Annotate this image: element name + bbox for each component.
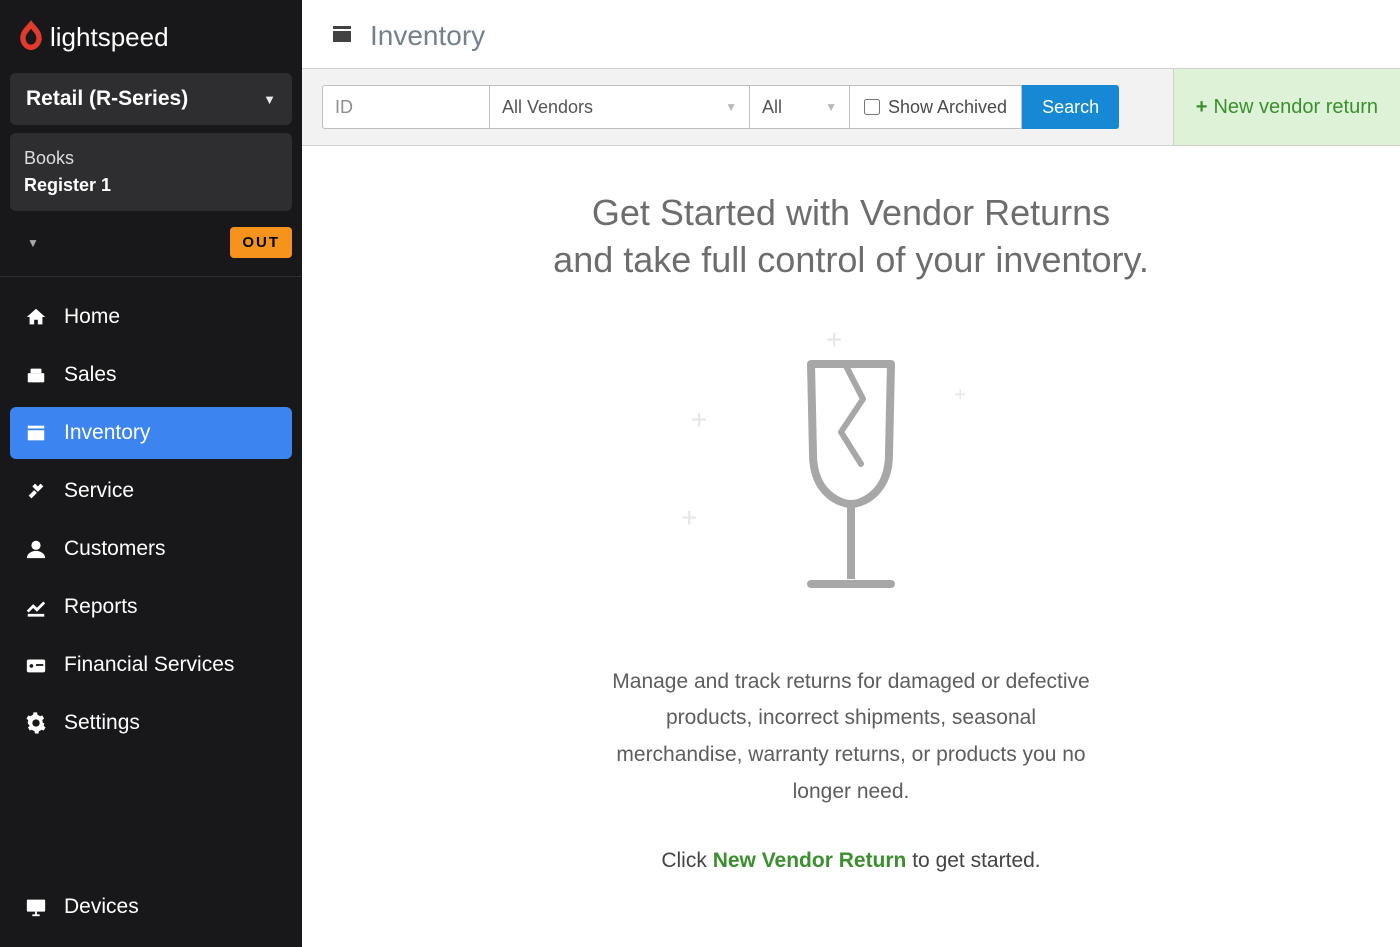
sidebar-item-label: Service bbox=[64, 479, 134, 503]
new-vendor-return-link[interactable]: New Vendor Return bbox=[713, 849, 907, 872]
search-button[interactable]: Search bbox=[1022, 85, 1119, 129]
empty-state: Get Started with Vendor Returns and take… bbox=[302, 146, 1400, 947]
sidebar-item-label: Sales bbox=[64, 363, 117, 387]
brand-name: lightspeed bbox=[50, 22, 169, 53]
sidebar-item-devices[interactable]: Devices bbox=[10, 881, 292, 933]
sparkle-icon: + bbox=[826, 324, 842, 356]
wine-glass-icon bbox=[791, 354, 911, 604]
devices-icon bbox=[24, 896, 48, 918]
show-archived-toggle[interactable]: Show Archived bbox=[850, 85, 1022, 129]
sidebar-item-label: Reports bbox=[64, 595, 138, 619]
reports-icon bbox=[24, 596, 48, 618]
sidebar-item-customers[interactable]: Customers bbox=[10, 523, 292, 575]
clock-expand-button[interactable]: ▼ bbox=[14, 230, 52, 256]
heading-line-2: and take full control of your inventory. bbox=[553, 239, 1149, 280]
new-vendor-return-label: New vendor return bbox=[1213, 96, 1378, 119]
service-icon bbox=[24, 480, 48, 502]
empty-state-description: Manage and track returns for damaged or … bbox=[611, 664, 1091, 811]
chevron-down-icon: ▼ bbox=[27, 236, 39, 250]
clock-in-out-row: ▼ OUT bbox=[0, 211, 302, 277]
sidebar-item-label: Customers bbox=[64, 537, 166, 561]
chevron-down-icon: ▼ bbox=[725, 100, 737, 114]
new-vendor-return-button[interactable]: + New vendor return bbox=[1173, 69, 1400, 145]
shop-name: Books bbox=[24, 145, 278, 172]
broken-glass-illustration: + + + + bbox=[671, 324, 1031, 634]
sidebar-item-inventory[interactable]: Inventory bbox=[10, 407, 292, 459]
page-header: Inventory bbox=[302, 0, 1400, 62]
primary-nav: Home Sales Inventory Service Customers bbox=[0, 277, 302, 947]
chevron-down-icon: ▼ bbox=[263, 92, 276, 107]
plus-icon: + bbox=[1196, 96, 1208, 119]
flame-icon bbox=[18, 20, 44, 55]
sparkle-icon: + bbox=[681, 502, 697, 534]
product-selector-label: Retail (R-Series) bbox=[26, 87, 188, 111]
shop-register-card[interactable]: Books Register 1 bbox=[10, 133, 292, 211]
sparkle-icon: + bbox=[691, 404, 707, 436]
sidebar-item-reports[interactable]: Reports bbox=[10, 581, 292, 633]
sparkle-icon: + bbox=[954, 384, 966, 407]
inventory-icon bbox=[330, 22, 354, 51]
sales-icon bbox=[24, 364, 48, 386]
inventory-icon bbox=[24, 422, 48, 444]
status-select[interactable]: All ▼ bbox=[750, 85, 850, 129]
sidebar: lightspeed Retail (R-Series) ▼ Books Reg… bbox=[0, 0, 302, 947]
show-archived-checkbox[interactable] bbox=[864, 99, 880, 115]
sidebar-item-sales[interactable]: Sales bbox=[10, 349, 292, 401]
id-input[interactable] bbox=[322, 85, 490, 129]
filter-controls: All Vendors ▼ All ▼ Show Archived Search bbox=[302, 69, 1173, 145]
status-select-value: All bbox=[762, 97, 782, 118]
sidebar-item-label: Settings bbox=[64, 711, 140, 735]
sidebar-item-label: Devices bbox=[64, 895, 139, 919]
show-archived-label: Show Archived bbox=[888, 97, 1007, 118]
financial-icon bbox=[24, 654, 48, 676]
sidebar-item-label: Home bbox=[64, 305, 120, 329]
main-content: Inventory All Vendors ▼ All ▼ Show Archi… bbox=[302, 0, 1400, 947]
page-title: Inventory bbox=[370, 20, 485, 52]
vendor-select[interactable]: All Vendors ▼ bbox=[490, 85, 750, 129]
brand-logo[interactable]: lightspeed bbox=[0, 0, 302, 73]
heading-line-1: Get Started with Vendor Returns bbox=[592, 192, 1110, 233]
sidebar-item-service[interactable]: Service bbox=[10, 465, 292, 517]
product-selector[interactable]: Retail (R-Series) ▼ bbox=[10, 73, 292, 125]
sidebar-item-home[interactable]: Home bbox=[10, 291, 292, 343]
sidebar-item-settings[interactable]: Settings bbox=[10, 697, 292, 749]
cta-suffix: to get started. bbox=[906, 849, 1040, 872]
chevron-down-icon: ▼ bbox=[825, 100, 837, 114]
clock-status-badge[interactable]: OUT bbox=[230, 227, 292, 258]
sidebar-item-financial[interactable]: Financial Services bbox=[10, 639, 292, 691]
register-name: Register 1 bbox=[24, 172, 278, 199]
empty-state-heading: Get Started with Vendor Returns and take… bbox=[342, 190, 1360, 284]
vendor-select-value: All Vendors bbox=[502, 97, 593, 118]
filter-bar: All Vendors ▼ All ▼ Show Archived Search… bbox=[302, 68, 1400, 146]
customers-icon bbox=[24, 538, 48, 560]
home-icon bbox=[24, 306, 48, 328]
empty-state-cta: Click New Vendor Return to get started. bbox=[342, 849, 1360, 873]
sidebar-item-label: Inventory bbox=[64, 421, 150, 445]
sidebar-item-label: Financial Services bbox=[64, 653, 234, 677]
cta-prefix: Click bbox=[661, 849, 712, 872]
settings-icon bbox=[24, 712, 48, 734]
